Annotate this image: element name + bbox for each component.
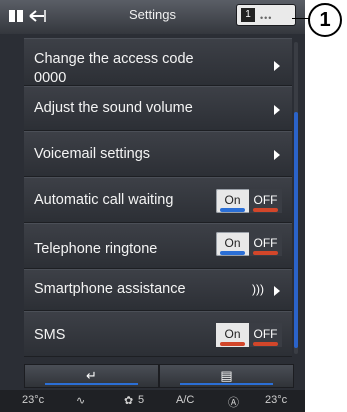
row-sms[interactable]: SMS On OFF <box>24 311 292 357</box>
phone-status-panel[interactable]: 1 ••• <box>237 5 295 25</box>
row-adjust-sound-volume[interactable]: Adjust the sound volume <box>24 86 292 131</box>
toggle-off[interactable]: OFF <box>249 232 282 256</box>
voice-wave-icon: ))) <box>252 282 264 296</box>
signal-dots-icon: ••• <box>260 13 273 23</box>
row-telephone-ringtone[interactable]: Telephone ringtone On OFF <box>24 223 292 269</box>
back-button[interactable]: ↵ <box>24 364 159 388</box>
toggle-on[interactable]: On <box>216 323 249 347</box>
row-label: SMS <box>34 327 66 343</box>
toggle-off[interactable]: OFF <box>249 323 282 347</box>
chevron-right-icon <box>274 150 280 160</box>
row-label: Adjust the sound volume <box>34 100 193 116</box>
callout-marker: 1 <box>308 3 342 37</box>
fan-speed: 5 <box>138 394 145 406</box>
toggle-on[interactable]: On <box>216 232 249 256</box>
row-voicemail-settings[interactable]: Voicemail settings <box>24 131 292 177</box>
row-label: Telephone ringtone <box>34 241 158 257</box>
row-smartphone-assistance[interactable]: Smartphone assistance ))) <box>24 269 292 311</box>
settings-list: Change the access code 0000 Adjust the s… <box>24 38 292 357</box>
scrollbar[interactable] <box>294 42 298 354</box>
scrollbar-thumb[interactable] <box>294 112 298 348</box>
row-sublabel: 0000 <box>34 70 67 86</box>
call-waiting-toggle[interactable]: On OFF <box>216 189 282 213</box>
chevron-right-icon <box>274 105 280 115</box>
row-change-access-code[interactable]: Change the access code 0000 <box>24 38 292 86</box>
chevron-right-icon <box>274 286 280 296</box>
climate-bar: 23°c ∿ ✿ 5 A/C Ⓐ 23°c <box>0 390 305 412</box>
return-arrow-icon: ↵ <box>86 368 97 383</box>
phone-status-icon: 1 <box>241 8 255 22</box>
toggle-off[interactable]: OFF <box>249 189 282 213</box>
row-label: Smartphone assistance <box>34 281 186 297</box>
bottom-nav: ↵ ▤ <box>24 364 294 388</box>
chevron-right-icon <box>274 61 280 71</box>
auto-climate-icon[interactable]: Ⓐ <box>228 394 239 410</box>
left-temperature[interactable]: 23°c <box>22 394 44 406</box>
top-bar: Settings 1 ••• <box>0 0 305 34</box>
fan-icon[interactable]: ✿ <box>124 394 133 407</box>
row-automatic-call-waiting[interactable]: Automatic call waiting On OFF <box>24 177 292 223</box>
phone-settings-screen: Settings 1 ••• Change the access code 00… <box>0 0 305 412</box>
ringtone-toggle[interactable]: On OFF <box>216 232 282 256</box>
row-label: Automatic call waiting <box>34 192 174 208</box>
list-menu-icon: ▤ <box>220 368 233 383</box>
row-label: Voicemail settings <box>34 146 151 162</box>
row-label: Change the access code <box>34 51 194 67</box>
right-temperature[interactable]: 23°c <box>265 394 287 406</box>
menu-button[interactable]: ▤ <box>159 364 294 388</box>
ac-button[interactable]: A/C <box>176 394 194 406</box>
sms-toggle[interactable]: On OFF <box>216 323 282 347</box>
seat-heat-icon[interactable]: ∿ <box>76 394 85 407</box>
toggle-on[interactable]: On <box>216 189 249 213</box>
